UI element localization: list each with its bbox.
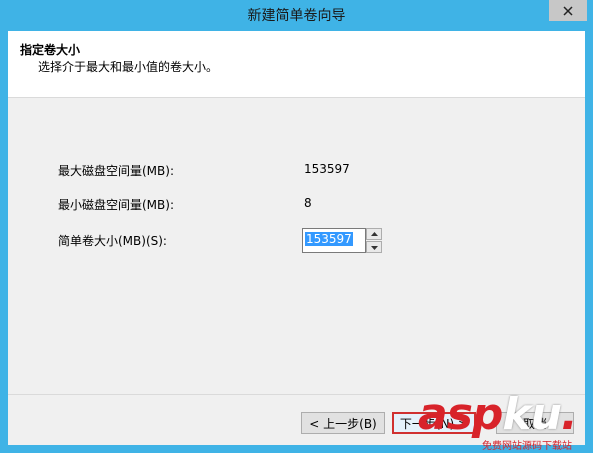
- volume-size-stepper[interactable]: 153597: [302, 228, 384, 253]
- title-bar[interactable]: 新建简单卷向导: [0, 0, 593, 31]
- volume-size-input[interactable]: 153597: [302, 228, 366, 253]
- volume-size-selected-text: 153597: [305, 232, 353, 246]
- decrement-button[interactable]: [366, 241, 382, 253]
- stepper-buttons: [366, 228, 382, 253]
- watermark-tagline: 免费网站源码下载站: [482, 441, 572, 452]
- wizard-header: 指定卷大小 选择介于最大和最小值的卷大小。: [8, 31, 585, 98]
- wizard-window: 新建简单卷向导 指定卷大小 选择介于最大和最小值的卷大小。 最大磁盘空间量(MB…: [0, 0, 593, 453]
- chevron-up-icon: [370, 231, 378, 236]
- close-icon: [563, 5, 573, 16]
- volume-size-label: 简单卷大小(MB)(S):: [58, 234, 167, 248]
- close-button[interactable]: [549, 0, 587, 21]
- wizard-body: 指定卷大小 选择介于最大和最小值的卷大小。 最大磁盘空间量(MB): 15359…: [8, 31, 585, 445]
- watermark-brand: aspku.: [418, 393, 578, 437]
- page-title: 指定卷大小: [20, 43, 81, 57]
- watermark-brand-asp: asp: [418, 389, 503, 440]
- chevron-down-icon: [370, 245, 378, 250]
- min-size-value: 8: [304, 196, 312, 210]
- max-size-label: 最大磁盘空间量(MB):: [58, 164, 174, 178]
- back-button[interactable]: < 上一步(B): [301, 412, 385, 434]
- max-size-value: 153597: [304, 162, 350, 176]
- increment-button[interactable]: [366, 228, 382, 240]
- page-subtitle: 选择介于最大和最小值的卷大小。: [38, 60, 219, 74]
- watermark-logo: aspku. 免费网站源码下载站: [418, 393, 590, 453]
- window-title: 新建简单卷向导: [247, 8, 346, 24]
- watermark-brand-dot: .: [560, 389, 578, 440]
- watermark-brand-ku: ku: [502, 389, 562, 440]
- min-size-label: 最小磁盘空间量(MB):: [58, 198, 174, 212]
